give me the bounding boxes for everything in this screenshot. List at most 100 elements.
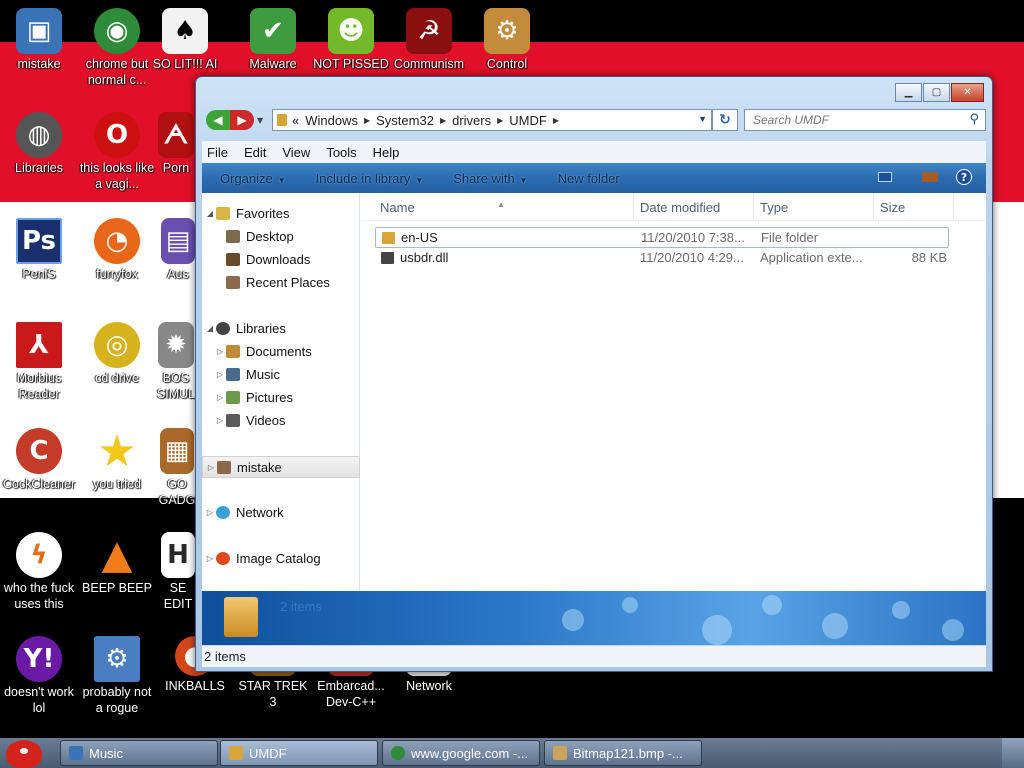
show-desktop-button[interactable] bbox=[1002, 738, 1024, 768]
chevron-right-icon[interactable]: ▶ bbox=[553, 116, 559, 125]
explorer-window[interactable]: ▁ ▢ ✕ ◀ ▶ ▼ « Windows ▶ System32 ▶ drivers… bbox=[195, 76, 993, 672]
forward-button[interactable]: ▶ bbox=[230, 110, 254, 130]
maximize-button[interactable]: ▢ bbox=[923, 83, 950, 102]
nav-item-desktop[interactable]: Desktop bbox=[202, 226, 360, 246]
column-divider[interactable] bbox=[753, 193, 754, 221]
desktop-icon[interactable]: C CockCleaner bbox=[0, 428, 78, 492]
nav-item-recent-places[interactable]: Recent Places bbox=[202, 272, 360, 292]
desktop-icon[interactable]: Othis looks like a vagi... bbox=[78, 112, 156, 192]
refresh-button[interactable]: ↻ bbox=[712, 109, 738, 131]
desktop-icon[interactable]: ✔ Malware bbox=[234, 8, 312, 72]
column-type[interactable]: Type bbox=[760, 200, 788, 215]
nav-item-favorites[interactable]: ◢ Favorites bbox=[202, 203, 360, 223]
menu-file[interactable]: File bbox=[207, 145, 228, 160]
change-view-icon[interactable] bbox=[878, 172, 892, 182]
search-icon[interactable]: ⚲ bbox=[969, 112, 979, 127]
collapsed-triangle-icon[interactable]: ▷ bbox=[214, 370, 226, 379]
nav-item-videos[interactable]: ▷ Videos bbox=[202, 410, 360, 430]
menu-view[interactable]: View bbox=[282, 145, 310, 160]
desktop-icon[interactable]: ⚙ probably not a rogue bbox=[78, 636, 156, 716]
desktop-icon[interactable]: ⚙ Control bbox=[468, 8, 546, 72]
desktop-icon[interactable]: ◎ cd drive bbox=[78, 322, 156, 386]
desktop-icon[interactable]: Ps PeniS bbox=[0, 218, 78, 282]
nav-item-pictures[interactable]: ▷ Pictures bbox=[202, 387, 360, 407]
recent-pages-dropdown[interactable]: ▼ bbox=[257, 116, 267, 125]
nav-item-music[interactable]: ▷ Music bbox=[202, 364, 360, 384]
file-row-en-us[interactable]: en-US 11/20/2010 7:38... File folder bbox=[375, 227, 949, 248]
desktop-icon[interactable]: ▤ Aus bbox=[160, 218, 196, 282]
file-row-usbdr-dll[interactable]: usbdr.dll 11/20/2010 4:29... Application… bbox=[375, 248, 949, 269]
address-history-dropdown[interactable]: ▼ bbox=[698, 114, 707, 124]
nav-item-image-catalog[interactable]: ▷ Image Catalog bbox=[202, 548, 360, 568]
nav-item-libraries[interactable]: ◢ Libraries bbox=[202, 318, 360, 338]
collapsed-triangle-icon[interactable]: ▷ bbox=[214, 347, 226, 356]
desktop-icon[interactable]: H SE EDIT bbox=[160, 532, 196, 612]
collapsed-triangle-icon[interactable]: ▷ bbox=[204, 554, 216, 563]
details-pane: 2 items bbox=[202, 591, 986, 645]
desktop-icon[interactable]: ⅄ Morbius Reader bbox=[0, 322, 78, 402]
column-name[interactable]: Name bbox=[380, 200, 415, 215]
desktop-icon[interactable]: ▲ BEEP BEEP bbox=[78, 532, 156, 596]
help-icon[interactable]: ? bbox=[956, 169, 972, 185]
desktop-icon[interactable]: ☻ NOT PISSED bbox=[312, 8, 390, 72]
collapsed-triangle-icon[interactable]: ▷ bbox=[214, 416, 226, 425]
desktop-icon[interactable]: ◉ chrome but normal c... bbox=[78, 8, 156, 88]
taskbar-button-paint[interactable]: Bitmap121.bmp -... bbox=[544, 740, 702, 766]
desktop-icon[interactable]: ★ you tried bbox=[78, 425, 156, 492]
chevron-right-icon[interactable]: ▶ bbox=[440, 116, 446, 125]
details-item-count: 2 items bbox=[280, 599, 322, 614]
expanded-triangle-icon[interactable]: ◢ bbox=[204, 209, 216, 218]
column-date-modified[interactable]: Date modified bbox=[640, 200, 720, 215]
desktop-icon[interactable]: ▣ mistake bbox=[0, 8, 78, 72]
collapsed-triangle-icon[interactable]: ▷ bbox=[205, 463, 217, 472]
address-overflow[interactable]: « bbox=[292, 113, 299, 128]
desktop-icon[interactable]: ▦ GO GADG bbox=[158, 428, 196, 508]
nav-item-network[interactable]: ▷ Network bbox=[202, 502, 360, 522]
taskbar-button-umdf[interactable]: UMDF bbox=[220, 740, 378, 766]
preview-pane-icon[interactable] bbox=[922, 172, 938, 182]
desktop-icon[interactable]: ϟ who the fuck uses this bbox=[0, 532, 78, 612]
desktop-icon[interactable]: ♠ SO LIT!!! AI bbox=[150, 8, 220, 72]
collapsed-triangle-icon[interactable]: ▷ bbox=[214, 393, 226, 402]
desktop-icon[interactable]: ◍ Libraries bbox=[0, 112, 78, 176]
menu-help[interactable]: Help bbox=[373, 145, 400, 160]
nav-item-documents[interactable]: ▷ Documents bbox=[202, 341, 360, 361]
breadcrumb-drivers[interactable]: drivers bbox=[452, 113, 491, 128]
taskbar-button-chrome[interactable]: www.google.com -... bbox=[382, 740, 540, 766]
address-bar[interactable]: « Windows ▶ System32 ▶ drivers ▶ UMDF ▶ ▼ bbox=[272, 109, 712, 131]
include-in-library-button[interactable]: Include in library ▼ bbox=[316, 171, 424, 186]
column-divider[interactable] bbox=[633, 193, 634, 221]
menu-tools[interactable]: Tools bbox=[326, 145, 356, 160]
expanded-triangle-icon[interactable]: ◢ bbox=[204, 324, 216, 333]
desktop-icon[interactable]: ☭ Communism bbox=[390, 8, 468, 72]
close-button[interactable]: ✕ bbox=[951, 83, 984, 102]
chevron-right-icon[interactable]: ▶ bbox=[364, 116, 370, 125]
desktop-icon[interactable]: ᗅ Porn bbox=[156, 112, 196, 176]
organize-button[interactable]: Organize ▼ bbox=[220, 171, 286, 186]
nav-item-mistake[interactable]: ▷ mistake bbox=[202, 456, 360, 478]
breadcrumb-system32[interactable]: System32 bbox=[376, 113, 434, 128]
share-with-button[interactable]: Share with ▼ bbox=[453, 171, 527, 186]
collapsed-triangle-icon[interactable]: ▷ bbox=[204, 508, 216, 517]
search-box[interactable]: ⚲ bbox=[744, 109, 986, 131]
arrow-left-icon: ◀ bbox=[213, 113, 223, 127]
menu-edit[interactable]: Edit bbox=[244, 145, 266, 160]
minimize-button[interactable]: ▁ bbox=[895, 83, 922, 102]
start-button[interactable] bbox=[2, 738, 48, 768]
back-button[interactable]: ◀ bbox=[206, 110, 230, 130]
taskbar-button-music[interactable]: Music bbox=[60, 740, 218, 766]
star-icon: ★ bbox=[97, 425, 137, 477]
column-size[interactable]: Size bbox=[880, 200, 905, 215]
search-input[interactable] bbox=[745, 110, 955, 130]
new-folder-button[interactable]: New folder bbox=[558, 171, 620, 186]
app-icon: ▤ bbox=[161, 218, 195, 264]
chevron-right-icon[interactable]: ▶ bbox=[497, 116, 503, 125]
nav-item-downloads[interactable]: Downloads bbox=[202, 249, 360, 269]
breadcrumb-umdf[interactable]: UMDF bbox=[509, 113, 547, 128]
desktop-icon[interactable]: Y! doesn't work lol bbox=[0, 636, 78, 716]
desktop-icon[interactable]: ◔ furryfox bbox=[78, 218, 156, 282]
column-divider[interactable] bbox=[953, 193, 954, 221]
column-divider[interactable] bbox=[873, 193, 874, 221]
breadcrumb-windows[interactable]: Windows bbox=[305, 113, 358, 128]
desktop-icon[interactable]: ✹ BOS SIMUL bbox=[156, 322, 196, 402]
